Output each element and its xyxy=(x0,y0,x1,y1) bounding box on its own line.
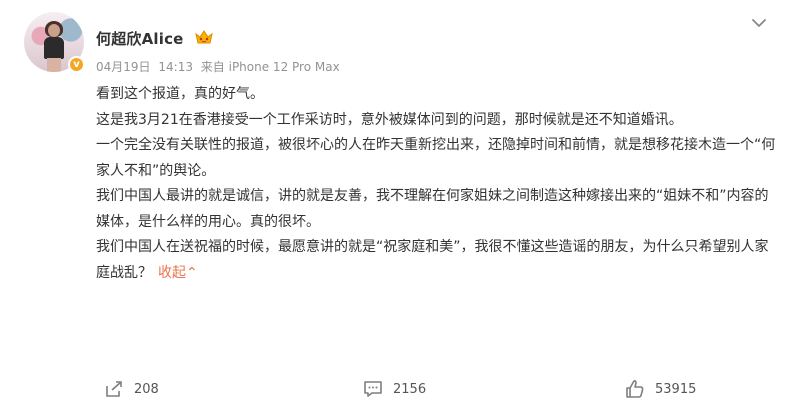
like-button[interactable]: 53915 xyxy=(625,376,696,402)
collapse-link[interactable]: 收起⌃ xyxy=(158,265,198,281)
post-paragraph: 一个完全没有关联性的报道，被很坏心的人在昨天重新挖出来，还隐掉时间和前情，就是想… xyxy=(96,137,776,179)
avatar-legs xyxy=(47,58,61,72)
like-count: 53915 xyxy=(655,381,697,397)
post-text: 看到这个报道，真的好气。 这是我3月21在香港接受一个工作采访时，意外被媒体问到… xyxy=(96,82,776,286)
thumbs-up-icon xyxy=(626,380,644,398)
comment-button[interactable]: 2156 xyxy=(363,376,426,402)
comment-count: 2156 xyxy=(393,381,427,397)
post-paragraph: 看到这个报道，真的好气。 xyxy=(96,86,264,102)
post-paragraph-last: 我们中国人在送祝福的时候，最愿意讲的就是“祝家庭和美”，我很不懂这些造谣的朋友，… xyxy=(96,235,776,286)
share-icon xyxy=(106,381,122,397)
comment-icon xyxy=(364,381,382,397)
avatar-body xyxy=(44,37,64,59)
repost-count: 208 xyxy=(134,381,159,397)
post-time[interactable]: 14:13 xyxy=(158,60,193,74)
v-badge-icon: v xyxy=(68,56,85,73)
chevron-down-icon[interactable] xyxy=(748,14,770,32)
post-paragraph: 这是我3月21在香港接受一个工作采访时，意外被媒体问到的问题，那时候就是还不知道… xyxy=(96,111,683,128)
username[interactable]: 何超欣Alice xyxy=(96,28,184,49)
repost-button[interactable]: 208 xyxy=(104,376,159,402)
post-source: 来自 iPhone 12 Pro Max xyxy=(200,60,340,74)
member-crown-icon[interactable] xyxy=(193,27,215,47)
post-paragraph: 我们中国人最讲的就是诚信，讲的就是友善，我不理解在何家姐妹之间制造这种嫁接出来的… xyxy=(96,188,769,230)
avatar-face xyxy=(48,24,60,37)
avatar-container[interactable]: v xyxy=(24,12,85,73)
action-bar: 208 2156 53915 xyxy=(0,376,794,404)
post-date[interactable]: 04月19日 xyxy=(96,60,151,74)
post-meta: 04月19日 14:13 来自 iPhone 12 Pro Max xyxy=(96,58,344,75)
